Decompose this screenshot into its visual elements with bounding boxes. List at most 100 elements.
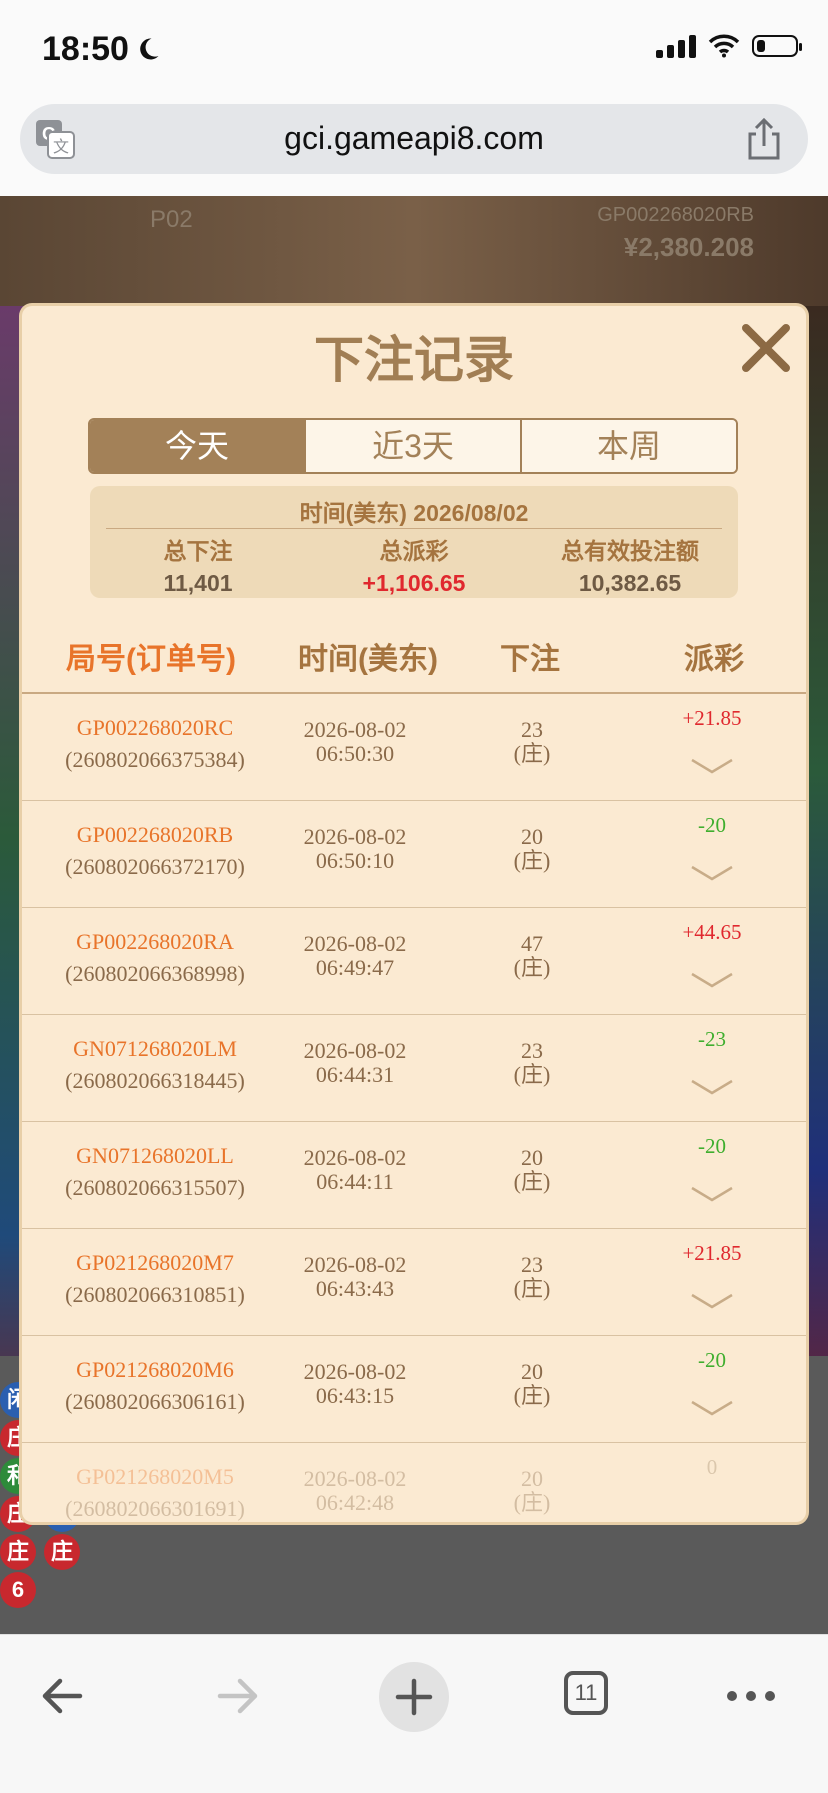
bet-time: 06:44:31 bbox=[315, 1062, 395, 1087]
tab-last-3-days[interactable]: 近3天 bbox=[306, 420, 522, 472]
wifi-icon bbox=[708, 34, 740, 58]
status-bar: 18:50 bbox=[0, 0, 828, 96]
forward-arrow-icon[interactable] bbox=[202, 1661, 272, 1731]
summary-date-label: 时间(美东) bbox=[299, 500, 407, 526]
bet-cell: 20 (庄) bbox=[482, 1146, 582, 1194]
time-cell: 2026-08-02 06:44:11 bbox=[280, 1146, 430, 1194]
payout-value: +21.85 bbox=[682, 1241, 742, 1265]
round-cell: GP021268020M7 (260802066310851) bbox=[50, 1247, 260, 1311]
status-icons bbox=[656, 34, 802, 58]
time-cell: 2026-08-02 06:43:15 bbox=[280, 1360, 430, 1408]
share-icon[interactable] bbox=[746, 118, 782, 160]
bet-cell: 23 (庄) bbox=[482, 1253, 582, 1301]
chevron-down-icon[interactable] bbox=[688, 1077, 736, 1097]
bet-amount: 23 bbox=[521, 1038, 543, 1063]
order-number: (260802066318445) bbox=[65, 1068, 245, 1093]
payout-value: +44.65 bbox=[682, 920, 742, 944]
status-time: 18:50 bbox=[42, 30, 129, 68]
tabs-button[interactable]: 11 bbox=[552, 1661, 622, 1731]
payout-value: -20 bbox=[698, 1134, 726, 1158]
tab-this-week[interactable]: 本周 bbox=[522, 420, 736, 472]
table-row[interactable]: GP002268020RC (260802066375384) 2026-08-… bbox=[22, 694, 806, 801]
order-number: (260802066368998) bbox=[65, 961, 245, 986]
bet-amount: 23 bbox=[521, 1252, 543, 1277]
bet-time: 06:43:43 bbox=[315, 1276, 395, 1301]
battery-icon bbox=[752, 35, 802, 57]
new-tab-icon[interactable] bbox=[378, 1661, 450, 1733]
bet-side: (庄) bbox=[513, 741, 551, 766]
chevron-down-icon[interactable] bbox=[688, 1184, 736, 1204]
bet-amount: 20 bbox=[521, 824, 543, 849]
round-cell: GN071268020LL (260802066315507) bbox=[50, 1140, 260, 1204]
table-row[interactable]: GP002268020RA (260802066368998) 2026-08-… bbox=[22, 908, 806, 1015]
order-number: (260802066301691) bbox=[65, 1496, 245, 1521]
total-payout-value: +1,106.65 bbox=[362, 570, 466, 596]
round-number: GP021268020M7 bbox=[76, 1250, 234, 1275]
more-options-icon[interactable] bbox=[716, 1661, 786, 1731]
tab-today[interactable]: 今天 bbox=[90, 420, 306, 472]
total-valid-bet: 总有效投注额 10,382.65 bbox=[522, 532, 738, 597]
bet-amount: 20 bbox=[521, 1145, 543, 1170]
chevron-down-icon[interactable] bbox=[688, 756, 736, 776]
url-text[interactable]: gci.gameapi8.com bbox=[20, 120, 808, 157]
bet-date: 2026-08-02 bbox=[303, 1466, 407, 1491]
round-id: GP002268020RB bbox=[597, 204, 754, 226]
bet-cell: 20 (庄) bbox=[482, 825, 582, 873]
order-number: (260802066315507) bbox=[65, 1175, 245, 1200]
back-arrow-icon[interactable] bbox=[28, 1661, 98, 1731]
chevron-down-icon[interactable] bbox=[688, 970, 736, 990]
bet-time: 06:50:30 bbox=[315, 741, 395, 766]
summary-date: 时间(美东) 2026/08/02 bbox=[90, 494, 738, 528]
table-row[interactable]: GP021268020M6 (260802066306161) 2026-08-… bbox=[22, 1336, 806, 1443]
bet-cell: 47 (庄) bbox=[482, 932, 582, 980]
game-page: P02 GP002268020RB ¥2,380.208 闲 庄 和 庄 闲 庄… bbox=[0, 196, 828, 1634]
chevron-down-icon[interactable] bbox=[688, 863, 736, 883]
balance: ¥2,380.208 bbox=[623, 232, 754, 262]
bet-side: (庄) bbox=[513, 1169, 551, 1194]
round-number: GP021268020M6 bbox=[76, 1357, 234, 1382]
chevron-down-icon[interactable] bbox=[688, 1398, 736, 1418]
table-name: P02 bbox=[150, 206, 193, 233]
round-number: GP002268020RA bbox=[76, 929, 234, 954]
bet-time: 06:44:11 bbox=[316, 1169, 394, 1194]
order-number: (260802066306161) bbox=[65, 1389, 245, 1414]
cellular-signal-icon bbox=[656, 34, 696, 58]
payout-value: -20 bbox=[698, 813, 726, 837]
round-number: GP002268020RB bbox=[76, 822, 234, 847]
round-number: GP021268020M5 bbox=[76, 1464, 234, 1489]
bead-count: 6 bbox=[0, 1572, 36, 1608]
table-row[interactable]: GN071268020LL (260802066315507) 2026-08-… bbox=[22, 1122, 806, 1229]
total-bet-label: 总下注 bbox=[163, 538, 233, 564]
close-icon[interactable] bbox=[738, 320, 794, 376]
browser-toolbar: 11 bbox=[0, 1634, 828, 1793]
tab-count: 11 bbox=[564, 1671, 608, 1715]
table-row[interactable]: GP021268020M5 (260802066301691) 2026-08-… bbox=[22, 1443, 806, 1522]
bet-time: 06:43:15 bbox=[315, 1383, 395, 1408]
table-row[interactable]: GP002268020RB (260802066372170) 2026-08-… bbox=[22, 801, 806, 908]
round-cell: GP021268020M6 (260802066306161) bbox=[50, 1354, 260, 1418]
round-cell: GP002268020RB (260802066372170) bbox=[50, 819, 260, 883]
time-cell: 2026-08-02 06:43:43 bbox=[280, 1253, 430, 1301]
time-cell: 2026-08-02 06:50:30 bbox=[280, 718, 430, 766]
chevron-down-icon[interactable] bbox=[688, 1291, 736, 1311]
address-bar[interactable]: G 文 gci.gameapi8.com bbox=[20, 104, 808, 174]
payout-value: 0 bbox=[706, 1455, 718, 1479]
payout-value: -23 bbox=[698, 1027, 726, 1051]
browser-address-area: G 文 gci.gameapi8.com bbox=[0, 96, 828, 196]
table-row[interactable]: GP021268020M7 (260802066310851) 2026-08-… bbox=[22, 1229, 806, 1336]
time-cell: 2026-08-02 06:42:48 bbox=[280, 1467, 430, 1515]
column-header-time: 时间(美东) bbox=[298, 643, 438, 676]
divider bbox=[106, 528, 722, 529]
bet-side: (庄) bbox=[513, 955, 551, 980]
table-row[interactable]: GN071268020LM (260802066318445) 2026-08-… bbox=[22, 1015, 806, 1122]
round-number: GN071268020LL bbox=[76, 1143, 234, 1168]
bet-date: 2026-08-02 bbox=[303, 1359, 407, 1384]
bet-date: 2026-08-02 bbox=[303, 1252, 407, 1277]
moon-icon bbox=[140, 38, 159, 60]
bet-date: 2026-08-02 bbox=[303, 1145, 407, 1170]
bet-time: 06:42:48 bbox=[315, 1490, 395, 1515]
bet-cell: 23 (庄) bbox=[482, 1039, 582, 1087]
bet-amount: 20 bbox=[521, 1466, 543, 1491]
order-number: (260802066375384) bbox=[65, 747, 245, 772]
bet-records-list[interactable]: GP002268020RC (260802066375384) 2026-08-… bbox=[22, 694, 806, 1522]
